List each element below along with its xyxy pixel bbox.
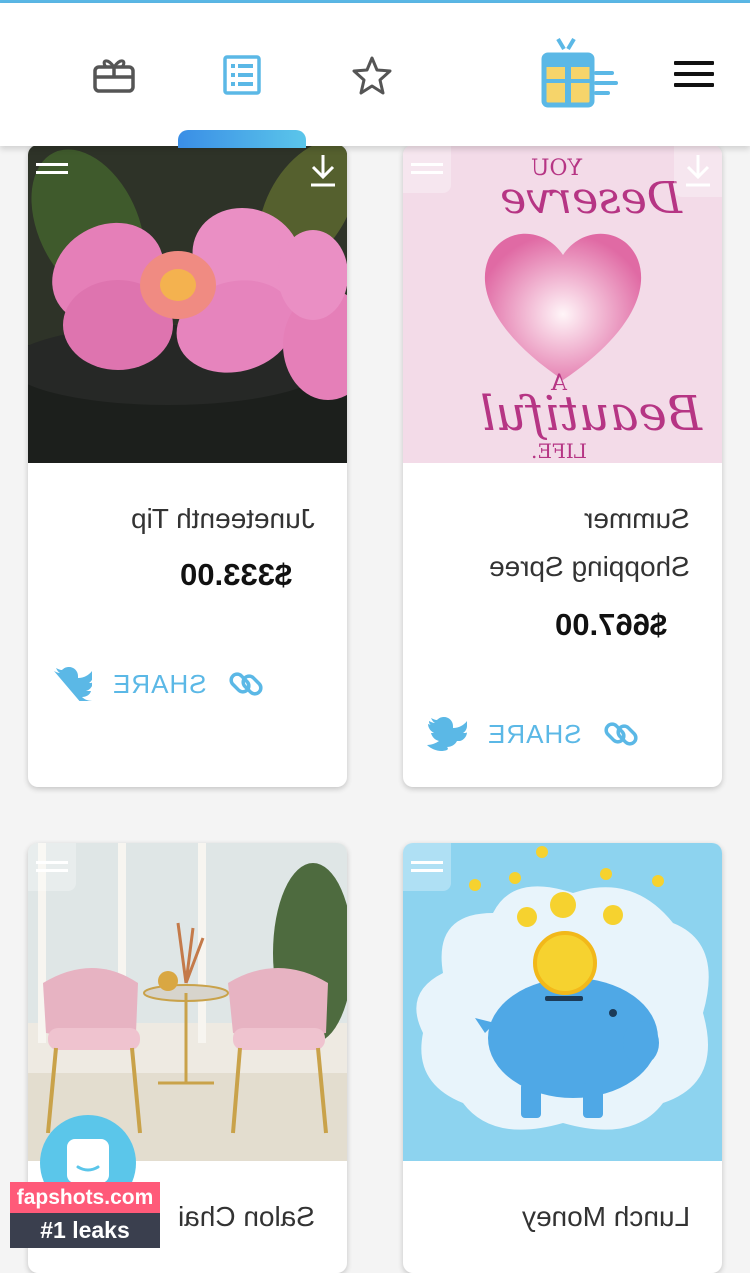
gift-card-summer-shopping[interactable]: YOU Deserve A Beautiful LIFE. Summer Sho…: [403, 145, 722, 787]
gift-card-lunch-money[interactable]: Lunch Money: [403, 843, 722, 1273]
twitter-icon[interactable]: [52, 667, 92, 701]
tab-list[interactable]: [220, 53, 264, 97]
image-text-life: LIFE.: [531, 439, 587, 463]
share-row: SHARE: [427, 715, 640, 753]
link-icon[interactable]: [227, 665, 265, 703]
download-icon[interactable]: [299, 145, 347, 197]
image-text-beautiful: Beautiful: [480, 386, 703, 442]
gift-logo[interactable]: [538, 37, 618, 109]
card-price: $333.00: [180, 557, 293, 592]
card-title: Lunch Money: [521, 1201, 690, 1232]
share-label[interactable]: SHARE: [112, 669, 207, 700]
image-text-deserve: Deserve: [500, 173, 683, 224]
card-title-line1: Summer: [584, 503, 690, 534]
list-document-icon: [223, 55, 261, 95]
share-row: SHARE: [52, 665, 265, 703]
card-price: $667.00: [555, 607, 668, 642]
active-tab-indicator: [178, 130, 306, 148]
download-icon[interactable]: [674, 145, 722, 197]
watermark-site: fapshots.com: [10, 1182, 160, 1213]
pink-salon-chairs-photo: [28, 843, 347, 1161]
card-title: Juneteenth Tip: [131, 503, 315, 534]
card-title-line2: Shopping Spree: [489, 551, 690, 582]
drag-handle-icon[interactable]: [403, 843, 451, 891]
gift-box-icon: [93, 59, 135, 93]
share-label[interactable]: SHARE: [487, 719, 582, 750]
twitter-icon[interactable]: [427, 717, 467, 751]
drag-handle-icon[interactable]: [28, 145, 76, 193]
link-icon[interactable]: [602, 715, 640, 753]
drag-handle-icon[interactable]: [28, 843, 76, 891]
drag-handle-icon[interactable]: [403, 145, 451, 193]
gift-card-juneteenth[interactable]: Juneteenth Tip $333.00 SHARE: [28, 145, 347, 787]
piggy-bank-coins-illustration: [403, 843, 722, 1161]
hamburger-menu-icon[interactable]: [674, 61, 714, 93]
star-icon: [352, 56, 392, 95]
card-title: Salon Chai: [178, 1201, 315, 1232]
tab-favorites[interactable]: [350, 53, 394, 97]
watermark-tagline: #1 leaks: [10, 1213, 160, 1248]
top-nav-bar: [0, 3, 750, 148]
tab-gifts[interactable]: [92, 53, 136, 97]
